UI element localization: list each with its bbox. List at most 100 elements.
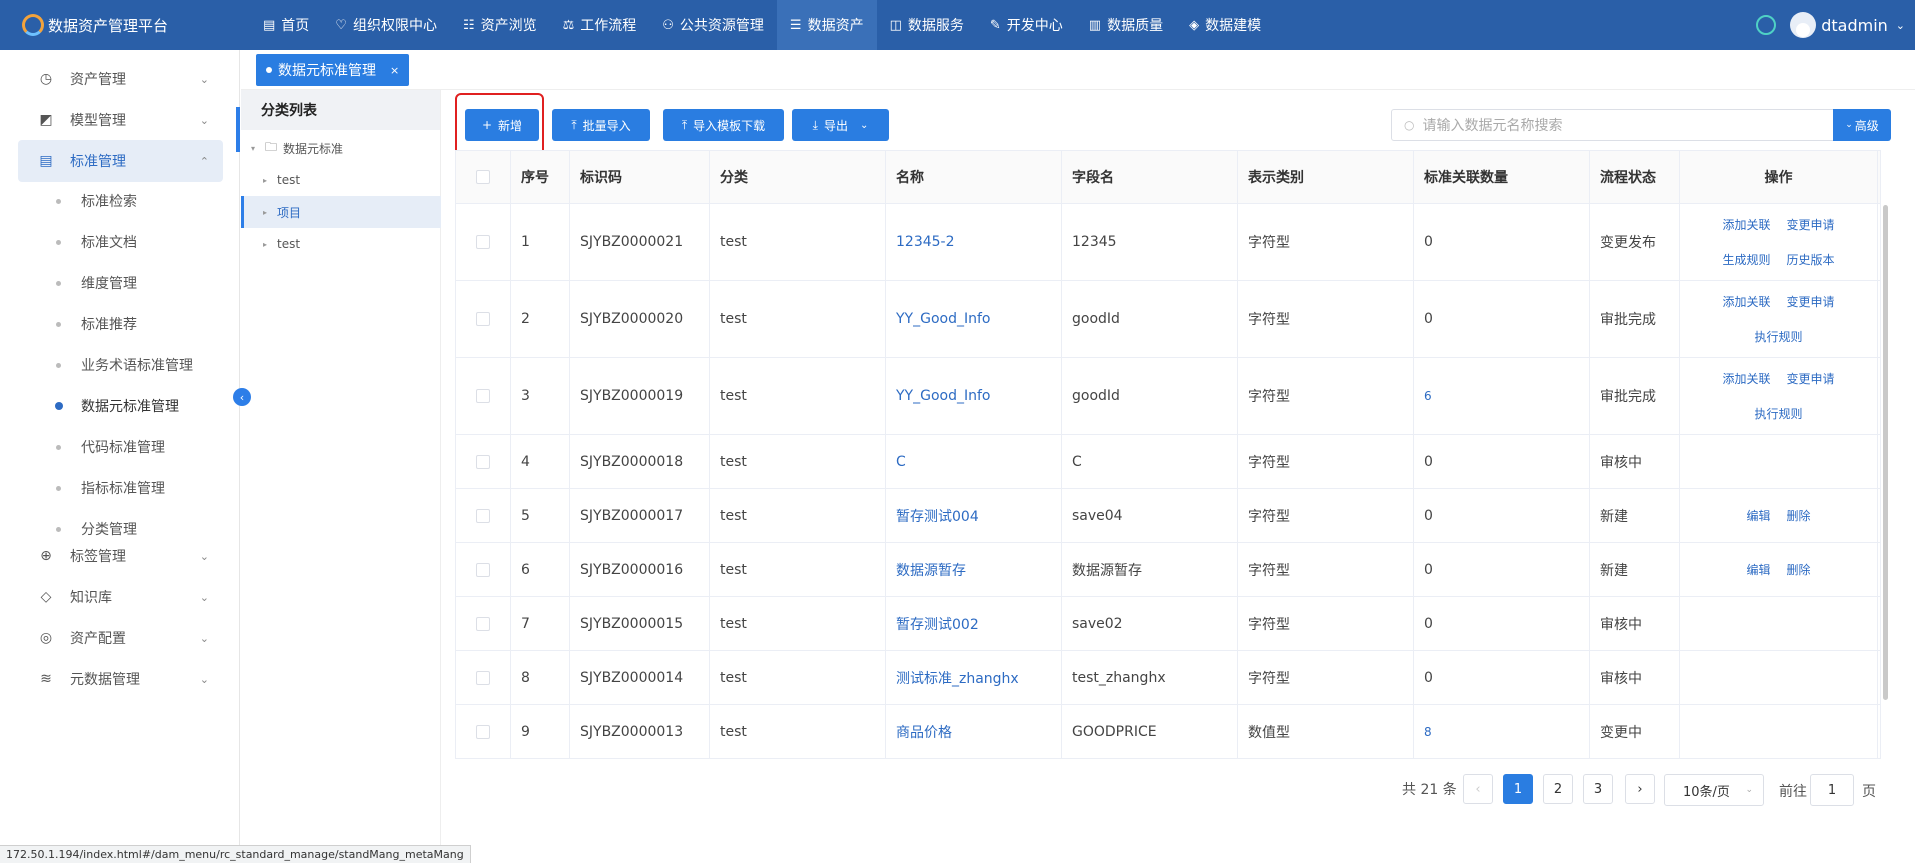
action-link[interactable]: 执行规则 — [1754, 405, 1802, 422]
nav-item-7[interactable]: ✎ 开发中心 — [977, 0, 1076, 50]
action-link[interactable]: 添加关联 — [1722, 216, 1770, 233]
username[interactable]: dtadmin — [1821, 16, 1888, 35]
action-link[interactable]: 历史版本 — [1787, 251, 1835, 268]
row-checkbox[interactable] — [476, 724, 490, 739]
bullet-icon — [56, 362, 61, 368]
sidebar-subitem-label: 维度管理 — [81, 276, 137, 292]
sidebar-item-6[interactable]: ≋ 元数据管理 ⌄ — [18, 658, 223, 700]
nav-item-5[interactable]: ☰ 数据资产 — [776, 0, 877, 50]
table-scrollbar[interactable] — [1883, 205, 1888, 700]
action-link[interactable]: 编辑 — [1746, 507, 1770, 524]
nav-item-8[interactable]: ▥ 数据质量 — [1076, 0, 1176, 50]
app-logo[interactable]: 数据资产管理平台 — [0, 14, 250, 36]
chevron-down-icon[interactable]: ⌄ — [1896, 19, 1905, 32]
sidebar-subitem-2[interactable]: 维度管理 — [56, 263, 137, 303]
action-link[interactable]: 删除 — [1787, 507, 1811, 524]
sidebar-item-5[interactable]: ◎ 资产配置 ⌄ — [18, 617, 223, 659]
name-link[interactable]: 暂存测试002 — [896, 614, 979, 634]
tree-node-project[interactable]: ▸ 项目 — [241, 196, 441, 228]
row-checkbox[interactable] — [476, 454, 490, 469]
goto-page-input[interactable]: 1 — [1810, 774, 1854, 806]
advanced-search-button[interactable]: ⌄ 高级 — [1833, 109, 1891, 141]
nav-item-1[interactable]: ♡ 组织权限中心 — [322, 0, 450, 50]
count-link[interactable]: 6 — [1424, 389, 1432, 403]
select-all-checkbox[interactable] — [476, 170, 490, 184]
page-2-button[interactable]: 2 — [1543, 774, 1573, 804]
sidebar-subitem-3[interactable]: 标准推荐 — [56, 304, 137, 344]
row-checkbox[interactable] — [476, 508, 490, 523]
name-link[interactable]: YY_Good_Info — [896, 311, 990, 327]
tree-node-root[interactable]: ▾ 🗀 数据元标准 — [251, 132, 343, 164]
name-link[interactable]: 暂存测试004 — [896, 506, 979, 526]
nav-item-0[interactable]: ▤ 首页 — [250, 0, 322, 50]
action-link[interactable]: 变更申请 — [1787, 293, 1835, 310]
sidebar-item-2[interactable]: ▤ 标准管理 ⌃ — [18, 140, 223, 182]
sidebar-item-1[interactable]: ◩ 模型管理 ⌄ — [18, 99, 223, 141]
category-panel: 分类列表 ▾ 🗀 数据元标准 ▸ test ▸ 项目 ▸ test — [241, 90, 441, 863]
count-link[interactable]: 8 — [1424, 725, 1432, 739]
column-header: 流程状态 — [1590, 151, 1680, 203]
sidebar-subitem-0[interactable]: 标准检索 — [56, 181, 137, 221]
chevron-down-icon: ⌄ — [199, 590, 209, 604]
caret-down-icon[interactable]: ▾ — [251, 144, 255, 153]
page-1-button[interactable]: 1 — [1503, 774, 1533, 804]
name-link[interactable]: C — [896, 454, 906, 470]
page-size-select[interactable]: 10条/页 ⌄ — [1664, 774, 1764, 806]
cell-text: 字符型 — [1248, 454, 1290, 471]
action-link[interactable]: 删除 — [1787, 561, 1811, 578]
nav-item-6[interactable]: ◫ 数据服务 — [877, 0, 977, 50]
name-link[interactable]: 12345-2 — [896, 234, 955, 250]
row-checkbox[interactable] — [476, 312, 490, 326]
sidebar-subitem-5[interactable]: 数据元标准管理 — [55, 386, 179, 426]
caret-right-icon[interactable]: ▸ — [263, 240, 267, 249]
tree-node-test-2[interactable]: ▸ test — [263, 228, 433, 260]
name-link[interactable]: 商品价格 — [896, 722, 952, 742]
bullet-icon — [56, 485, 61, 491]
template-download-button[interactable]: ⤒ 导入模板下载 — [663, 109, 784, 141]
sidebar-item-4[interactable]: ◇ 知识库 ⌄ — [18, 576, 223, 618]
row-checkbox[interactable] — [476, 389, 490, 403]
action-link[interactable]: 生成规则 — [1722, 251, 1770, 268]
action-link[interactable]: 变更申请 — [1787, 370, 1835, 387]
row-checkbox[interactable] — [476, 670, 490, 685]
page-3-button[interactable]: 3 — [1583, 774, 1613, 804]
prev-page-button[interactable]: ‹ — [1463, 774, 1493, 804]
ai-assistant-icon[interactable] — [1756, 15, 1777, 35]
row-select-cell — [456, 281, 511, 357]
caret-right-icon[interactable]: ▸ — [263, 176, 267, 185]
action-link[interactable]: 变更申请 — [1787, 216, 1835, 233]
action-link[interactable]: 执行规则 — [1754, 328, 1802, 345]
row-checkbox[interactable] — [476, 562, 490, 577]
caret-right-icon[interactable]: ▸ — [263, 208, 267, 217]
nav-item-3[interactable]: ⚖ 工作流程 — [550, 0, 650, 50]
action-link[interactable]: 添加关联 — [1722, 370, 1770, 387]
tab-bar: 数据元标准管理 × — [241, 50, 1915, 90]
sidebar-subitem-8[interactable]: 分类管理 — [56, 509, 137, 549]
cell-status: 审批完成 — [1590, 281, 1680, 357]
search-input[interactable]: ○ 请输入数据元名称搜索 — [1391, 109, 1834, 141]
collapse-sidebar-button[interactable]: ‹ — [233, 388, 251, 406]
tab-data-element-standard[interactable]: 数据元标准管理 × — [256, 54, 410, 86]
row-checkbox[interactable] — [476, 235, 490, 249]
next-page-button[interactable]: › — [1625, 774, 1655, 804]
row-checkbox[interactable] — [476, 616, 490, 631]
tree-node-test-1[interactable]: ▸ test — [263, 164, 433, 196]
avatar[interactable] — [1790, 12, 1817, 38]
action-link[interactable]: 编辑 — [1746, 561, 1770, 578]
sidebar-subitem-7[interactable]: 指标标准管理 — [56, 468, 165, 508]
export-button[interactable]: ⤓ 导出 ⌄ — [792, 109, 889, 141]
name-link[interactable]: 数据源暂存 — [896, 560, 966, 580]
cell-no: 9 — [511, 705, 570, 758]
close-icon[interactable]: × — [390, 64, 399, 77]
sidebar-subitem-1[interactable]: 标准文档 — [56, 222, 137, 262]
sidebar-subitem-4[interactable]: 业务术语标准管理 — [56, 345, 193, 385]
name-link[interactable]: 测试标准_zhanghx — [896, 668, 1019, 688]
nav-item-2[interactable]: ☷ 资产浏览 — [450, 0, 550, 50]
action-link[interactable]: 添加关联 — [1722, 293, 1770, 310]
sidebar-subitem-6[interactable]: 代码标准管理 — [56, 427, 165, 467]
name-link[interactable]: YY_Good_Info — [896, 388, 990, 404]
batch-import-button[interactable]: ⤒ 批量导入 — [552, 109, 650, 141]
sidebar-item-0[interactable]: ◷ 资产管理 ⌄ — [18, 58, 223, 100]
nav-item-4[interactable]: ⚇ 公共资源管理 — [649, 0, 777, 50]
nav-item-9[interactable]: ◈ 数据建模 — [1176, 0, 1274, 50]
